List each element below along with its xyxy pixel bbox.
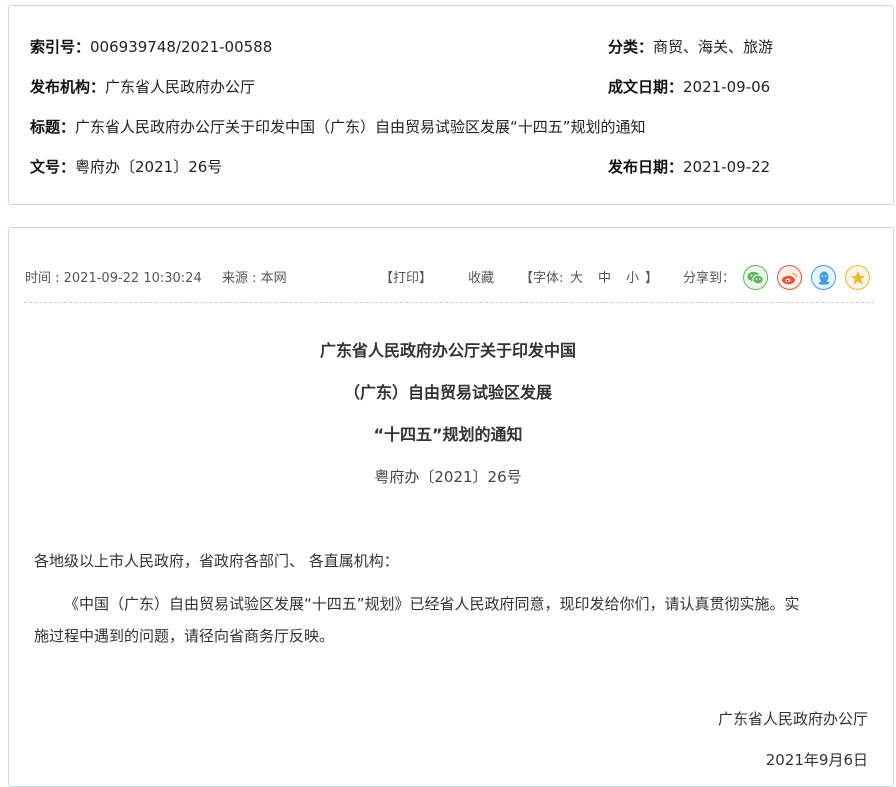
salutation: 各地级以上市人民政府，省政府各部门、 各直属机构：: [34, 552, 399, 570]
body-paragraph-line-2: 施过程中遇到的问题，请径向省商务厅反映。: [34, 627, 335, 645]
signature-date: 2021年9月6日: [765, 751, 868, 769]
font-large-button[interactable]: 大: [570, 269, 583, 289]
doc-number-label: 文号：: [30, 158, 76, 176]
index-number-row: 索引号：006939748/2021-00588: [30, 37, 272, 57]
body-paragraph-line-1: 《中国（广东）自由贸易试验区发展“十四五”规划》已经省人民政府同意，现印发给你们…: [64, 595, 800, 613]
font-size-prefix: 【字体:: [520, 271, 564, 286]
qzone-icon[interactable]: [845, 265, 870, 290]
star-glyph: [850, 270, 865, 285]
article-title-line-3: “十四五”规划的通知: [373, 425, 523, 444]
created-date-row: 成文日期：2021-09-06: [608, 77, 770, 97]
article-title-line-2: （广东）自由贸易试验区发展: [343, 383, 552, 402]
toolbar-divider: [24, 302, 874, 303]
doc-number-value: 粤府办〔2021〕26号: [75, 158, 223, 176]
title-row: 标题：广东省人民政府办公厅关于印发中国（广东）自由贸易试验区发展“十四五”规划的…: [30, 117, 646, 137]
published-date-row: 发布日期：2021-09-22: [608, 157, 770, 177]
created-date-value: 2021-09-06: [683, 78, 771, 96]
qq-icon[interactable]: [811, 265, 836, 290]
signature: 广东省人民政府办公厅: [717, 710, 868, 728]
category-value: 商贸、海关、旅游: [653, 38, 774, 56]
article-panel: [8, 227, 894, 787]
weibo-glyph: [782, 272, 798, 284]
published-date-value: 2021-09-22: [683, 158, 771, 176]
favorite-button[interactable]: 收藏: [468, 269, 494, 289]
index-number-value: 006939748/2021-00588: [90, 38, 273, 56]
weibo-icon[interactable]: [777, 265, 802, 290]
created-date-label: 成文日期：: [608, 78, 684, 96]
article-title-line-1: 广东省人民政府办公厅关于印发中国: [319, 341, 576, 360]
issuer-label: 发布机构：: [30, 78, 106, 96]
issuer-value: 广东省人民政府办公厅: [105, 78, 256, 96]
publish-time: 时间 : 2021-09-22 10:30:24: [25, 271, 202, 286]
print-button[interactable]: 【打印】: [380, 269, 432, 289]
font-size-suffix: 】: [645, 271, 659, 286]
issuer-row: 发布机构：广东省人民政府办公厅: [30, 77, 255, 97]
font-small-button[interactable]: 小: [626, 269, 639, 289]
font-medium-button[interactable]: 中: [598, 269, 611, 289]
wechat-icon[interactable]: [743, 265, 768, 290]
title-value: 广东省人民政府办公厅关于印发中国（广东）自由贸易试验区发展“十四五”规划的通知: [75, 118, 646, 136]
category-row: 分类：商贸、海关、旅游: [608, 37, 773, 57]
doc-number-row: 文号：粤府办〔2021〕26号: [30, 157, 222, 177]
published-date-label: 发布日期：: [608, 158, 684, 176]
share-label: 分享到：: [683, 271, 736, 286]
index-number-label: 索引号：: [30, 38, 91, 56]
qq-glyph: [818, 271, 829, 285]
source: 来源 : 本网: [222, 271, 287, 286]
article-doc-number: 粤府办〔2021〕26号: [374, 468, 522, 486]
category-label: 分类：: [608, 38, 654, 56]
title-label: 标题：: [30, 118, 76, 136]
wechat-glyph: [747, 271, 764, 284]
